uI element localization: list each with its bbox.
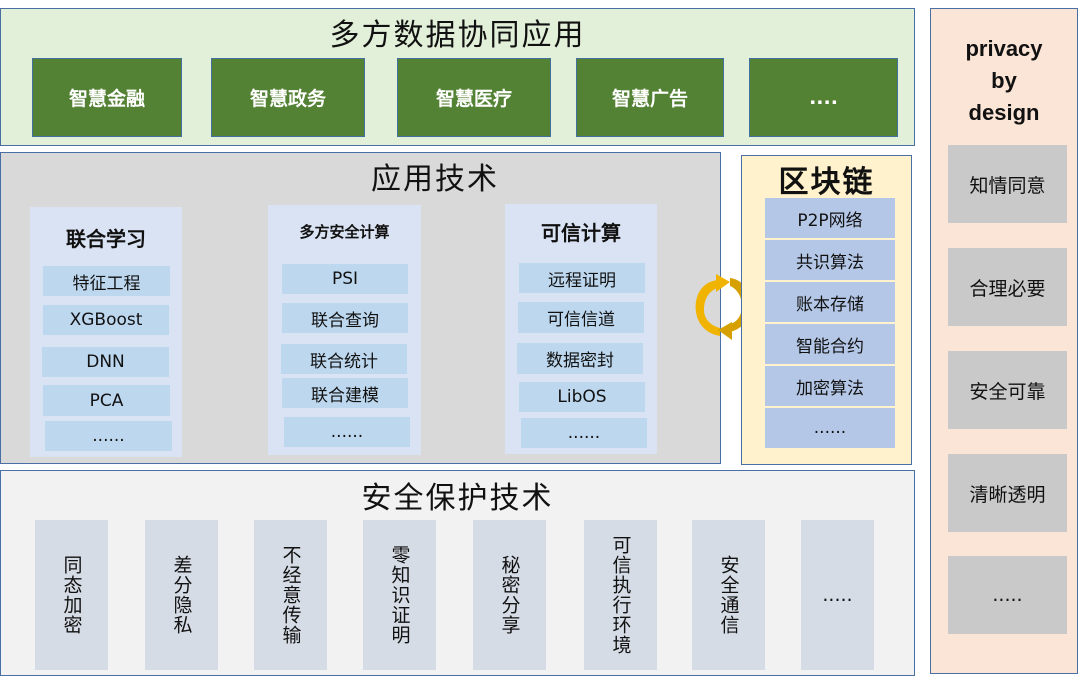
title-line: privacy	[965, 36, 1043, 61]
pbd-item: 合理必要	[948, 248, 1067, 326]
app-item-government: 智慧政务	[211, 58, 365, 137]
tech-item: 联合统计	[281, 344, 407, 374]
tech-item: 远程证明	[519, 263, 645, 293]
tech-item: ......	[521, 418, 647, 448]
security-item-label: 零知识证明	[388, 545, 411, 645]
security-item-label: 可信执行环境	[609, 535, 632, 655]
tech-item: 联合建模	[282, 378, 408, 408]
app-item-advertising: 智慧广告	[576, 58, 724, 137]
security-item: 差分隐私	[145, 520, 218, 670]
tech-item: ......	[45, 421, 172, 451]
security-item: 安全通信	[692, 520, 765, 670]
blockchain-item: 智能合约	[765, 324, 895, 364]
security-item: 秘密分享	[473, 520, 546, 670]
security-layer-title: 安全保护技术	[361, 481, 554, 516]
tech-item: DNN	[42, 347, 169, 377]
security-item: .....	[801, 520, 874, 670]
security-item-label: 同态加密	[60, 555, 83, 635]
tech-layer-title: 应用技术	[371, 162, 499, 197]
security-item-label: 安全通信	[717, 555, 740, 635]
blockchain-item: P2P网络	[765, 198, 895, 238]
security-item: 同态加密	[35, 520, 108, 670]
app-item-finance: 智慧金融	[32, 58, 182, 137]
tech-column-title: 可信计算	[541, 220, 621, 245]
application-layer-title: 多方数据协同应用	[329, 18, 586, 53]
tech-item: 联合查询	[282, 303, 408, 333]
app-item-medical: 智慧医疗	[397, 58, 551, 137]
blockchain-item: ......	[765, 408, 895, 448]
app-item-more: ....	[749, 58, 898, 137]
privacy-by-design-title: privacy by design	[930, 33, 1078, 129]
tech-item: PCA	[43, 385, 170, 416]
blockchain-item: 加密算法	[765, 366, 895, 406]
tech-column-title: 多方安全计算	[299, 222, 390, 241]
tech-item: ......	[284, 417, 410, 447]
security-item: 零知识证明	[363, 520, 436, 670]
pbd-item: 知情同意	[948, 145, 1067, 223]
tech-item: 数据密封	[517, 343, 643, 374]
security-item-label: 秘密分享	[498, 555, 521, 635]
security-item: 可信执行环境	[584, 520, 657, 670]
tech-item: 可信信道	[518, 302, 644, 333]
tech-item: PSI	[282, 264, 408, 294]
pbd-item: 清晰透明	[948, 454, 1067, 532]
security-item: 不经意传输	[254, 520, 327, 670]
tech-item: LibOS	[519, 382, 645, 412]
security-item-label: 差分隐私	[170, 555, 193, 635]
tech-item: 特征工程	[43, 266, 170, 296]
pbd-item: .....	[948, 556, 1067, 634]
pbd-item: 安全可靠	[948, 351, 1067, 429]
title-line: by	[991, 68, 1017, 93]
blockchain-title: 区块链	[778, 165, 875, 200]
tech-item: XGBoost	[43, 305, 169, 335]
title-line: design	[968, 100, 1040, 125]
security-item-label: 不经意传输	[279, 545, 302, 645]
blockchain-item: 共识算法	[765, 240, 895, 280]
tech-column-title: 联合学习	[66, 226, 146, 251]
security-item-label: .....	[822, 584, 853, 606]
blockchain-item: 账本存储	[765, 282, 895, 322]
